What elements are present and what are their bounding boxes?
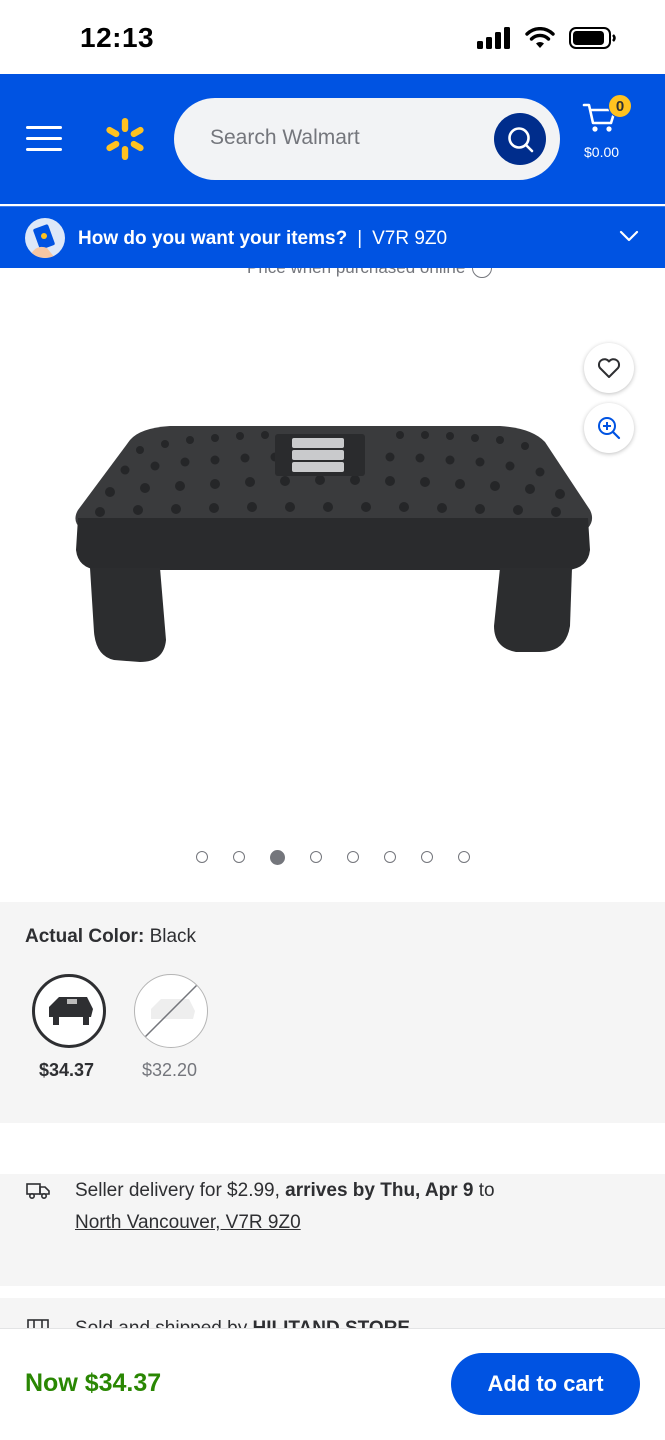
price-row-peek: Price when purchased online	[0, 268, 665, 284]
carousel-dot[interactable]	[384, 851, 396, 863]
cart-button[interactable]: 0 $0.00	[580, 94, 640, 168]
seller-info: Sold and shipped by HILITAND STORE	[0, 1298, 665, 1328]
intent-text: How do you want your items? | V7R 9Z0	[78, 228, 447, 250]
delivery-prefix: Seller delivery for $2.99,	[75, 1180, 286, 1201]
intent-illustration-icon	[25, 218, 65, 258]
favorite-button[interactable]	[584, 343, 634, 393]
intent-zip: V7R 9Z0	[372, 228, 448, 249]
fulfillment-intent-bar[interactable]: How do you want your items? | V7R 9Z0	[0, 206, 665, 268]
battery-icon	[569, 27, 616, 49]
carousel-dot[interactable]	[270, 849, 285, 865]
variant-label-title: Actual Color:	[25, 926, 145, 947]
swatch-thumbnail-white	[144, 984, 198, 1038]
product-image-footrest[interactable]	[70, 420, 596, 665]
variant-label: Actual Color: Black	[25, 926, 196, 948]
search-input[interactable]: Search Walmart	[174, 98, 560, 180]
price-note: Price when purchased online	[247, 268, 465, 278]
seller-name[interactable]: HILITAND STORE	[252, 1318, 410, 1328]
cart-total: $0.00	[584, 144, 620, 160]
zoom-in-icon	[598, 417, 621, 440]
variant-selector: Actual Color: Black $34.37 $32.20	[0, 902, 665, 1123]
walmart-spark-logo[interactable]	[102, 116, 148, 162]
carousel-dot[interactable]	[347, 851, 359, 863]
carousel-dot[interactable]	[196, 851, 208, 863]
chevron-down-icon[interactable]	[619, 229, 639, 243]
delivery-truck-icon	[26, 1183, 50, 1200]
status-bar: 12:13	[0, 0, 665, 74]
carousel-dot[interactable]	[421, 851, 433, 863]
delivery-text: Seller delivery for $2.99, arrives by Th…	[75, 1180, 495, 1202]
store-icon	[27, 1319, 49, 1328]
carousel-dot[interactable]	[458, 851, 470, 863]
bottom-purchase-bar: Now $34.37 Add to cart	[0, 1328, 665, 1440]
swatch-black[interactable]	[32, 974, 106, 1048]
swatch-white-unavailable[interactable]	[134, 974, 208, 1048]
intent-question: How do you want your items?	[78, 228, 348, 249]
delivery-suffix: to	[473, 1180, 495, 1201]
search-button[interactable]	[494, 113, 546, 165]
add-to-cart-button[interactable]: Add to cart	[451, 1353, 640, 1415]
heart-icon	[597, 358, 621, 378]
status-time: 12:13	[80, 22, 155, 53]
swatch-price-black: $34.37	[39, 1060, 95, 1080]
swatch-thumbnail-black	[38, 980, 100, 1042]
search-icon	[508, 127, 534, 153]
delivery-arrival: arrives by Thu, Apr 9	[285, 1180, 474, 1201]
intent-separator: |	[357, 228, 363, 249]
delivery-info: Seller delivery for $2.99, arrives by Th…	[0, 1174, 665, 1286]
cart-count-badge: 0	[608, 94, 632, 118]
delivery-location-link[interactable]: North Vancouver, V7R 9Z0	[75, 1212, 301, 1234]
search-placeholder: Search Walmart	[210, 126, 360, 149]
app-header: Search Walmart 0 $0.00	[0, 74, 665, 204]
hamburger-menu-icon[interactable]	[26, 126, 62, 154]
carousel-dot[interactable]	[233, 851, 245, 863]
seller-prefix: Sold and shipped by	[75, 1318, 252, 1328]
swatch-price-white: $32.20	[142, 1060, 198, 1080]
info-icon[interactable]	[472, 268, 492, 278]
seller-text: Sold and shipped by HILITAND STORE	[75, 1318, 410, 1328]
status-icons	[477, 26, 617, 50]
carousel-dot[interactable]	[310, 851, 322, 863]
now-price: Now $34.37	[25, 1369, 162, 1397]
wifi-icon	[525, 27, 555, 48]
image-carousel-dots[interactable]	[196, 849, 470, 865]
cellular-signal-icon	[477, 27, 510, 49]
variant-selected-value: Black	[149, 926, 197, 947]
